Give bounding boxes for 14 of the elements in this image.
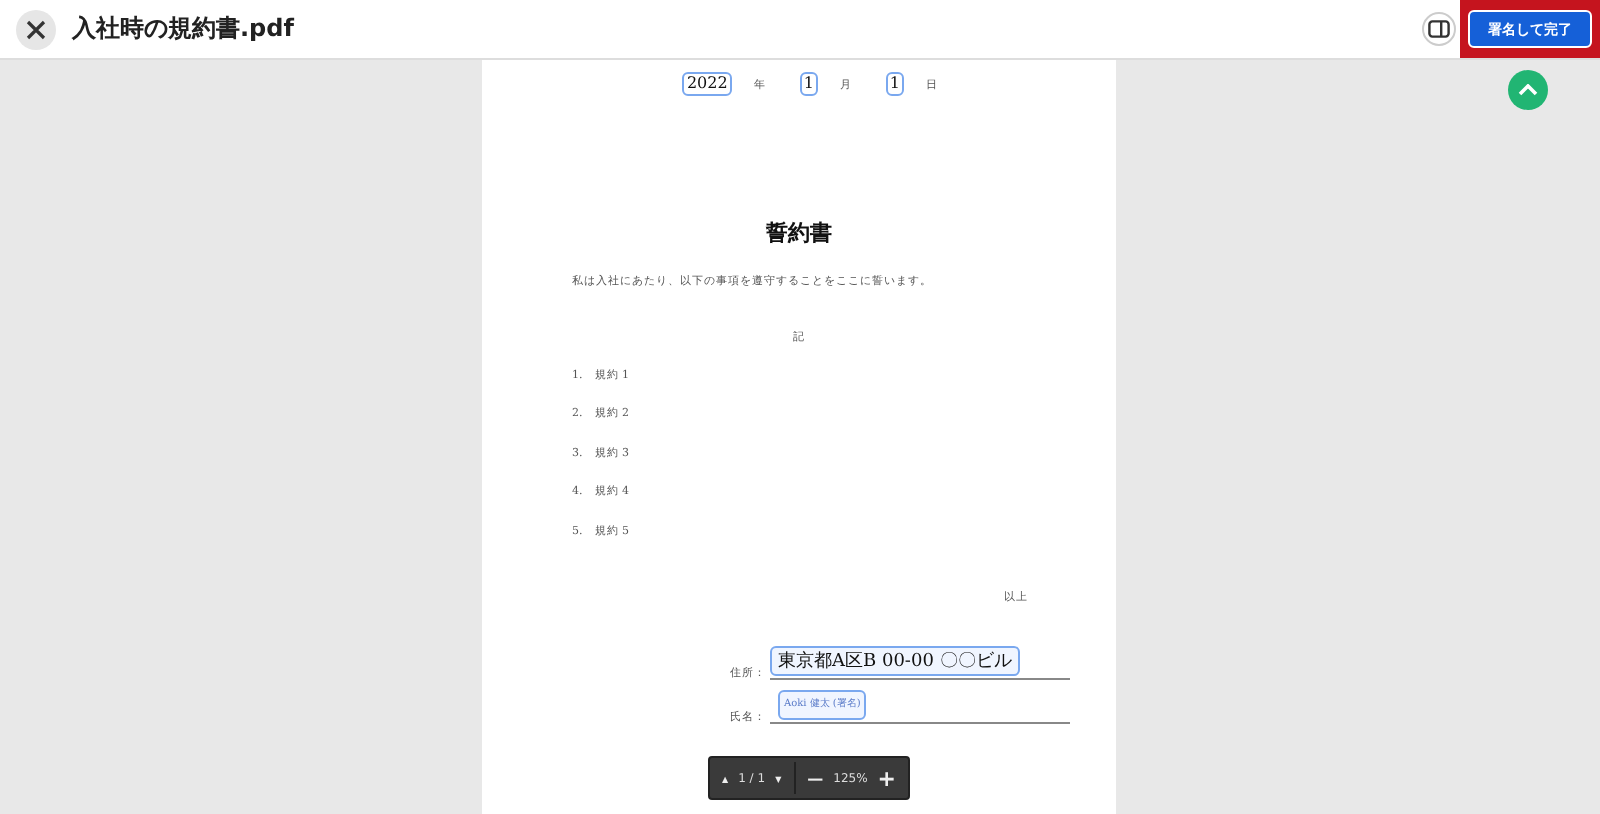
- close-icon: [26, 19, 46, 39]
- date-field[interactable]: 1: [799, 72, 818, 96]
- panel-toggle-button[interactable]: [1422, 12, 1456, 46]
- close-button[interactable]: [16, 9, 56, 49]
- sidebar-icon: [1428, 20, 1450, 38]
- scroll-up-button[interactable]: [1508, 70, 1548, 110]
- date-field[interactable]: 2022: [682, 72, 732, 96]
- address-field[interactable]: 東京都A区B 00-00 〇〇ビル: [770, 645, 1020, 676]
- document-title: 誓約書: [764, 218, 834, 248]
- window-title: 入社時の規約書.pdf: [72, 12, 294, 46]
- zoom-out-button[interactable]: —: [801, 769, 830, 787]
- chevron-up-icon: [1518, 84, 1538, 96]
- date-field[interactable]: 1: [885, 72, 904, 96]
- zoom-in-button[interactable]: +: [871, 765, 903, 791]
